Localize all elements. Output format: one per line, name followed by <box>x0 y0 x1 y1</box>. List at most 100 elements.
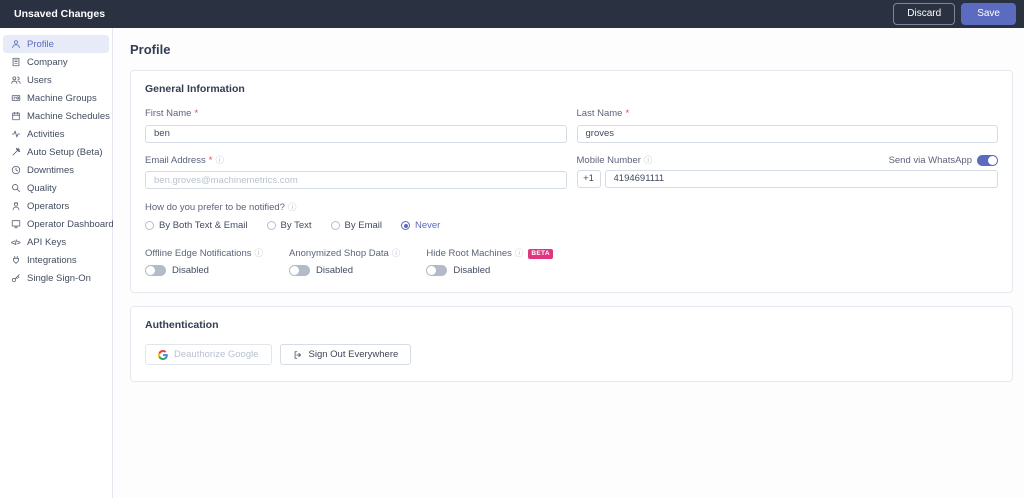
whatsapp-label: Send via WhatsApp <box>889 155 972 166</box>
sidebar-item-label: Operator Dashboard <box>27 219 114 230</box>
country-code-field[interactable] <box>577 170 601 188</box>
info-icon: ⓘ <box>515 249 524 258</box>
email-field <box>145 171 567 189</box>
sign-out-everywhere-button[interactable]: Sign Out Everywhere <box>280 344 412 365</box>
sign-out-everywhere-label: Sign Out Everywhere <box>309 349 399 360</box>
topbar-actions: Discard Save <box>893 3 1016 25</box>
authentication-title: Authentication <box>145 319 998 331</box>
beta-badge: BETA <box>528 249 552 259</box>
discard-button[interactable]: Discard <box>893 3 955 25</box>
whatsapp-toggle[interactable] <box>977 155 998 166</box>
anonymized-shop-data-toggle[interactable] <box>289 265 310 276</box>
anonymized-shop-data-group: Anonymized Shop Data ⓘ Disabled <box>289 248 400 276</box>
mobile-group: Mobile Number ⓘ Send via WhatsApp <box>577 155 999 190</box>
offline-edge-notifications-toggle[interactable] <box>145 265 166 276</box>
save-button[interactable]: Save <box>961 3 1016 25</box>
notify-preference-group: How do you prefer to be notified? ⓘ By B… <box>145 202 998 231</box>
operator-icon <box>10 201 21 212</box>
deauthorize-google-button[interactable]: Deauthorize Google <box>145 344 272 365</box>
radio-label: By Email <box>345 220 382 231</box>
mobile-number-label: Mobile Number <box>577 155 641 166</box>
toggle-state-label: Disabled <box>453 265 490 276</box>
authentication-card: Authentication Deauthorize Google <box>130 306 1013 382</box>
last-name-group: Last Name * <box>577 108 999 143</box>
sidebar-item-label: Single Sign-On <box>27 273 91 284</box>
info-icon: ⓘ <box>644 156 653 165</box>
sidebar-item-operator-dashboard[interactable]: Operator Dashboard <box>3 215 109 233</box>
key-icon <box>10 273 21 284</box>
sidebar-item-label: Profile <box>27 39 54 50</box>
toggle-state-label: Disabled <box>316 265 353 276</box>
required-marker: * <box>625 108 629 119</box>
unsaved-changes-bar: Unsaved Changes Discard Save <box>0 0 1024 28</box>
sidebar-item-label: Auto Setup (Beta) <box>27 147 103 158</box>
radio-label: By Both Text & Email <box>159 220 248 231</box>
sidebar-item-api-keys[interactable]: </> API Keys <box>3 233 109 251</box>
building-icon <box>10 57 21 68</box>
sidebar-item-quality[interactable]: Quality <box>3 179 109 197</box>
sidebar-item-label: API Keys <box>27 237 66 248</box>
radio-icon <box>145 221 154 230</box>
sidebar-item-machine-groups[interactable]: Machine Groups <box>3 89 109 107</box>
sidebar-item-company[interactable]: Company <box>3 53 109 71</box>
sidebar-item-auto-setup[interactable]: Auto Setup (Beta) <box>3 143 109 161</box>
info-icon: ⓘ <box>255 249 264 258</box>
sidebar-item-label: Integrations <box>27 255 77 266</box>
sidebar-item-users[interactable]: Users <box>3 71 109 89</box>
google-logo-icon <box>158 350 168 360</box>
sidebar-item-label: Downtimes <box>27 165 74 176</box>
radio-by-text[interactable]: By Text <box>267 220 312 231</box>
radio-label: Never <box>415 220 440 231</box>
page-title: Profile <box>130 42 1013 57</box>
sidebar-item-profile[interactable]: Profile <box>3 35 109 53</box>
email-group: Email Address * ⓘ <box>145 155 567 190</box>
sidebar-item-machine-schedules[interactable]: Machine Schedules <box>3 107 109 125</box>
first-name-field[interactable] <box>145 125 567 143</box>
first-name-group: First Name * <box>145 108 567 143</box>
radio-icon <box>401 221 410 230</box>
users-icon <box>10 75 21 86</box>
sidebar-item-label: Activities <box>27 129 64 140</box>
hide-root-machines-toggle[interactable] <box>426 265 447 276</box>
first-name-label: First Name <box>145 108 191 119</box>
hide-root-machines-label: Hide Root Machines <box>426 248 512 259</box>
activity-icon <box>10 129 21 140</box>
sidebar-item-downtimes[interactable]: Downtimes <box>3 161 109 179</box>
hide-root-machines-group: Hide Root Machines ⓘ BETA Disabled <box>426 248 552 276</box>
unsaved-changes-title: Unsaved Changes <box>14 8 105 20</box>
settings-sidebar: Profile Company Users Machine Groups Mac… <box>0 28 113 498</box>
clock-icon <box>10 165 21 176</box>
info-icon: ⓘ <box>288 203 297 212</box>
sidebar-item-label: Machine Groups <box>27 93 97 104</box>
sidebar-item-integrations[interactable]: Integrations <box>3 251 109 269</box>
user-icon <box>10 39 21 50</box>
anonymized-shop-data-label: Anonymized Shop Data <box>289 248 389 259</box>
radio-by-both-text-email[interactable]: By Both Text & Email <box>145 220 248 231</box>
info-icon: ⓘ <box>392 249 401 258</box>
offline-edge-notifications-label: Offline Edge Notifications <box>145 248 252 259</box>
email-label: Email Address <box>145 155 206 166</box>
sidebar-item-label: Quality <box>27 183 57 194</box>
offline-edge-notifications-group: Offline Edge Notifications ⓘ Disabled <box>145 248 263 276</box>
required-marker: * <box>194 108 198 119</box>
sidebar-item-single-sign-on[interactable]: Single Sign-On <box>3 269 109 287</box>
magnifier-icon <box>10 183 21 194</box>
sign-out-icon <box>293 350 303 360</box>
radio-label: By Text <box>281 220 312 231</box>
general-information-card: General Information First Name * Last Na… <box>130 70 1013 293</box>
last-name-field[interactable] <box>577 125 999 143</box>
radio-never[interactable]: Never <box>401 220 440 231</box>
mobile-number-field[interactable] <box>605 170 999 188</box>
sidebar-item-operators[interactable]: Operators <box>3 197 109 215</box>
general-information-title: General Information <box>145 83 998 95</box>
sidebar-item-label: Operators <box>27 201 69 212</box>
sidebar-item-label: Machine Schedules <box>27 111 110 122</box>
plug-icon <box>10 255 21 266</box>
notify-question-label: How do you prefer to be notified? <box>145 202 285 213</box>
sidebar-item-label: Company <box>27 57 68 68</box>
radio-by-email[interactable]: By Email <box>331 220 382 231</box>
toggle-state-label: Disabled <box>172 265 209 276</box>
calendar-icon <box>10 111 21 122</box>
sidebar-item-activities[interactable]: Activities <box>3 125 109 143</box>
deauthorize-google-label: Deauthorize Google <box>174 349 259 360</box>
